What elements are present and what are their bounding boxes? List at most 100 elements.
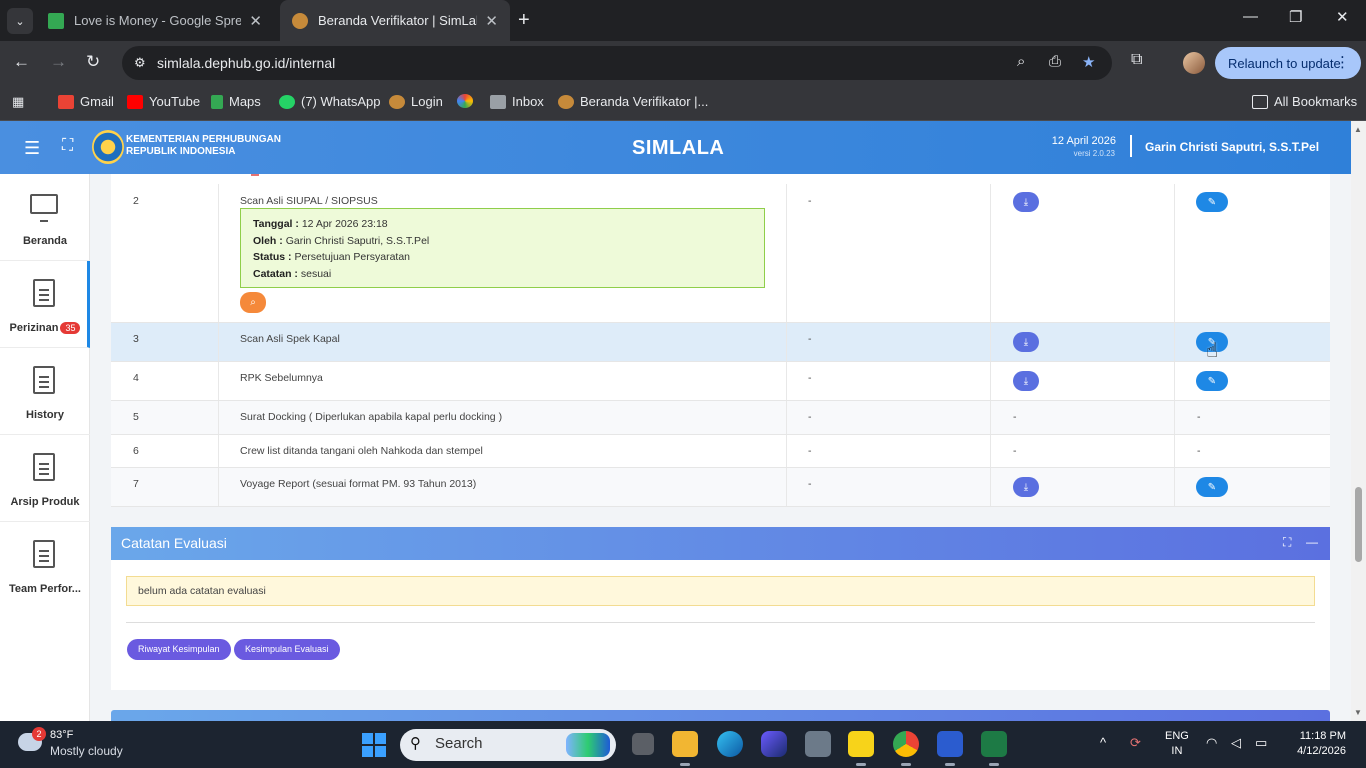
bookmark-whatsapp[interactable]: (7) WhatsApp — [279, 94, 380, 109]
download-icon: ⤓ — [1023, 375, 1029, 387]
edge-icon[interactable] — [717, 731, 743, 757]
page-scrollbar[interactable]: ▲ ▼ — [1351, 121, 1366, 721]
copilot-icon[interactable] — [761, 731, 787, 757]
close-tab-icon[interactable]: ✕ — [485, 12, 498, 30]
excel-icon[interactable] — [981, 731, 1007, 766]
extensions-puzzle-icon[interactable]: ⧉ — [1131, 51, 1142, 69]
monitor-icon — [30, 194, 58, 222]
close-window-icon[interactable]: ✕ — [1336, 8, 1349, 26]
browser-toolbar: ← → ↻ ⚙ simlala.dephub.go.id/internal ⌕ … — [0, 41, 1366, 85]
search-history-button[interactable]: ⌕ — [240, 292, 266, 313]
search-icon: ⌕ — [250, 297, 256, 308]
riwayat-kesimpulan-button[interactable]: Riwayat Kesimpulan — [127, 639, 231, 660]
collapse-icon[interactable]: — — [1306, 535, 1318, 549]
tab-simlala[interactable]: Beranda Verifikator | SimLala ✕ — [280, 0, 510, 41]
file-explorer-icon[interactable] — [672, 731, 698, 766]
header-separator — [1130, 135, 1132, 157]
reload-icon[interactable]: ↻ — [86, 52, 100, 72]
chrome-icon[interactable] — [893, 731, 919, 766]
bookmark-star-icon[interactable]: ★ — [1082, 53, 1095, 71]
show-hidden-icons-chevron-icon[interactable]: ^ — [1100, 735, 1106, 750]
edit-button[interactable]: ✎ — [1196, 192, 1228, 212]
hamburger-menu-icon[interactable]: ☰ — [24, 138, 40, 159]
sidebar-item-history[interactable]: History — [0, 348, 90, 435]
user-name[interactable]: Garin Christi Saputri, S.S.T.Pel — [1145, 140, 1319, 154]
bookmark-photos[interactable] — [457, 94, 479, 108]
camera-icon[interactable] — [805, 731, 831, 757]
bookmark-beranda[interactable]: Beranda Verifikator |... — [558, 94, 708, 109]
zoom-search-icon[interactable]: ⌕ — [1017, 53, 1025, 70]
task-view-icon[interactable] — [632, 733, 654, 755]
tab-search-chevron-icon[interactable]: ⌄ — [7, 8, 33, 34]
sticky-notes-icon[interactable] — [848, 731, 874, 766]
document-name: RPK Sebelumnya — [219, 362, 787, 400]
sidebar-item-arsip-produk[interactable]: Arsip Produk — [0, 435, 90, 522]
forward-arrow-icon[interactable]: → — [50, 52, 67, 72]
scroll-down-icon[interactable]: ▼ — [1354, 708, 1362, 717]
volume-icon[interactable]: ◁ — [1231, 735, 1241, 751]
edit-cell: ✎ — [1175, 184, 1330, 322]
edit-button[interactable]: ✎ — [1196, 477, 1228, 497]
app-title: SIMLALA — [632, 137, 725, 159]
bookmark-inbox[interactable]: Inbox — [490, 94, 544, 109]
sidebar-item-team-performance[interactable]: Team Perfor... — [0, 522, 90, 609]
tab-spreadsheet[interactable]: Love is Money - Google Spread ✕ — [36, 0, 274, 41]
search-highlight-icon — [566, 733, 610, 757]
taskbar-search[interactable]: ⚲ Search — [400, 729, 616, 761]
install-app-icon[interactable]: ⎙ — [1049, 53, 1061, 70]
menu-dots-icon[interactable]: ⋮ — [1335, 53, 1350, 71]
download-button[interactable]: ⤓ — [1013, 332, 1039, 352]
system-clock[interactable]: 11:18 PM 4/12/2026 — [1297, 729, 1346, 759]
all-bookmarks[interactable]: All Bookmarks — [1252, 94, 1357, 109]
kesimpulan-evaluasi-button[interactable]: Kesimpulan Evaluasi — [234, 639, 340, 660]
address-bar[interactable]: ⚙ simlala.dephub.go.id/internal ⌕ ⎙ ★ — [122, 46, 1112, 80]
close-tab-icon[interactable]: ✕ — [249, 12, 262, 30]
ministry-name: KEMENTERIAN PERHUBUNGAN REPUBLIK INDONES… — [126, 134, 282, 157]
download-button[interactable]: ⤓ — [1013, 477, 1039, 497]
bookmark-gmail[interactable]: Gmail — [58, 94, 114, 109]
sidebar-item-perizinan[interactable]: Perizinan 35 — [0, 261, 90, 348]
tab-title: Love is Money - Google Spread — [74, 13, 242, 28]
expand-icon[interactable]: ⛶ — [1283, 535, 1291, 550]
wifi-icon[interactable]: ◠ — [1206, 735, 1217, 751]
status-cell: - — [787, 184, 991, 322]
back-arrow-icon[interactable]: ← — [13, 52, 30, 72]
profile-avatar[interactable] — [1183, 52, 1205, 74]
status-cell: - — [787, 468, 991, 506]
sidebar-item-beranda[interactable]: Beranda — [0, 174, 90, 261]
url-text[interactable]: simlala.dephub.go.id/internal — [157, 55, 335, 71]
scroll-up-icon[interactable]: ▲ — [1354, 125, 1362, 134]
download-button[interactable]: ⤓ — [1013, 371, 1039, 391]
status-cell: - — [787, 401, 991, 434]
new-tab-plus-icon[interactable]: + — [518, 9, 530, 32]
relaunch-button[interactable]: Relaunch to update ⋮ — [1215, 47, 1361, 79]
sidebar-item-label: Perizinan 35 — [0, 322, 90, 334]
edit-button[interactable]: ✎ — [1196, 371, 1228, 391]
site-info-icon[interactable]: ⚙ — [134, 55, 146, 71]
input-language[interactable]: ENG IN — [1165, 729, 1189, 759]
table-row: 2 Scan Asli SIUPAL / SIOPSUS Tanggal : 1… — [111, 184, 1330, 323]
edit-icon: ✎ — [1207, 481, 1217, 493]
download-button[interactable]: ⤓ — [1013, 192, 1039, 212]
restore-icon[interactable]: ❐ — [1289, 8, 1302, 26]
fullscreen-icon[interactable]: ⛶ — [62, 137, 73, 155]
weather-badge: 2 — [32, 727, 46, 741]
bookmark-youtube[interactable]: YouTube — [127, 94, 200, 109]
battery-icon[interactable]: ▭ — [1255, 735, 1267, 751]
minimize-icon[interactable]: — — [1243, 8, 1258, 25]
document-name: Surat Docking ( Diperlukan apabila kapal… — [219, 401, 787, 434]
bookmark-maps[interactable]: Maps — [211, 94, 261, 109]
document-icon — [33, 540, 55, 568]
edit-cell: ✎ — [1175, 362, 1330, 400]
main-content: 2 Scan Asli SIUPAL / SIOPSUS Tanggal : 1… — [90, 174, 1351, 721]
apps-grid-icon[interactable]: ▦ — [12, 94, 24, 110]
bookmark-login[interactable]: Login — [389, 94, 443, 109]
windows-start-icon[interactable] — [362, 733, 386, 757]
update-sync-icon[interactable]: ⟳ — [1130, 735, 1141, 751]
download-cell: ⤓ — [991, 468, 1175, 506]
download-cell: - — [991, 401, 1175, 434]
verification-info-box: Tanggal : 12 Apr 2026 23:18 Oleh : Garin… — [240, 208, 765, 288]
scrollbar-thumb[interactable] — [1355, 487, 1362, 562]
count-badge: 35 — [60, 322, 81, 334]
word-icon[interactable] — [937, 731, 963, 766]
